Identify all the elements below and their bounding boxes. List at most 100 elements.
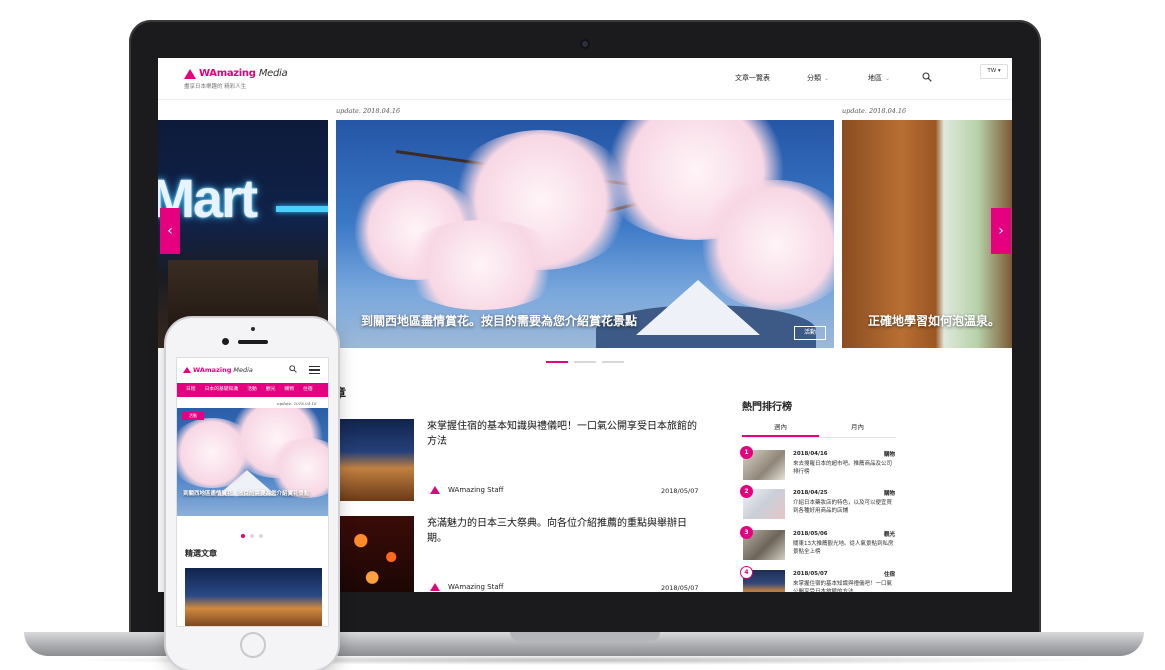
author-name: WAmazing Staff xyxy=(448,583,504,591)
ranking-date: 2018/04/16 xyxy=(793,451,828,457)
chevron-right-icon[interactable]: › xyxy=(991,208,1011,254)
nav-categories[interactable]: 分類 ⌄ xyxy=(807,73,829,83)
phone-category[interactable]: 購物 xyxy=(284,383,294,397)
carousel-dot[interactable] xyxy=(602,361,624,363)
ranking-category: 購物 xyxy=(884,452,896,458)
site-logo[interactable]: WAmazing Media xyxy=(184,68,288,79)
carousel-dot[interactable] xyxy=(241,534,245,538)
carousel-dot[interactable] xyxy=(259,534,263,538)
author-name: WAmazing Staff xyxy=(448,486,504,494)
cherry-blossom xyxy=(396,220,566,310)
ranking-text[interactable]: 來去搜羅日本的超市吧。推薦商品及公司排行榜 xyxy=(793,460,895,476)
ranking-date: 2018/05/06 xyxy=(793,531,828,537)
phone-category[interactable]: 活動 xyxy=(247,383,257,397)
mart-sign-bar xyxy=(276,206,328,212)
language-selector[interactable]: TW ▾ xyxy=(980,64,1008,79)
slide-category-tag[interactable]: 活動 xyxy=(794,326,826,340)
nav-articles[interactable]: 文章一覽表 xyxy=(735,73,770,83)
laptop-notch xyxy=(510,632,660,641)
ranking-category: 購物 xyxy=(884,491,896,497)
phone-logo[interactable]: WAmazing Media xyxy=(183,366,253,374)
tab-weekly[interactable]: 週內 xyxy=(742,416,819,437)
ranking-category: 觀光 xyxy=(884,532,896,538)
article-date: 2018/05/07 xyxy=(661,584,699,592)
slide-caption[interactable]: 到關西地區盡情賞花。按目的需要為您介紹賞花景點 xyxy=(361,312,637,329)
carousel-pagination xyxy=(546,361,624,363)
logo-media: Media xyxy=(258,68,288,79)
phone-speaker xyxy=(238,340,268,344)
ranking-date: 2018/05/07 xyxy=(793,571,828,577)
ranking-tabs: 週內 月內 xyxy=(742,416,896,438)
phone-logo-media: Media xyxy=(233,366,253,374)
phone-featured-title: 精選文章 xyxy=(185,549,217,558)
carousel-slide-active[interactable]: 到關西地區盡情賞花。按目的需要為您介紹賞花景點 xyxy=(336,120,834,348)
ranking-category: 住宿 xyxy=(884,572,896,578)
site-header: WAmazing Media 盡享日本樂趣的 精彩人生 文章一覽表 分類 ⌄ 地… xyxy=(158,58,1012,100)
search-icon[interactable] xyxy=(922,72,932,82)
carousel-slide-prev[interactable]: Mart xyxy=(158,120,328,348)
article-author: WAmazing Staff xyxy=(430,583,503,591)
logo-brand: WAmazing xyxy=(199,68,256,79)
ranking-text[interactable]: 來掌握住宿的基本知識與禮儀吧！一口氣公開享受日本旅館的方法 xyxy=(793,580,895,592)
carousel-slide-next[interactable]: 正確地學習如何泡溫泉。 xyxy=(842,120,1012,348)
article-thumbnail[interactable] xyxy=(338,419,414,501)
author-logo-icon xyxy=(430,486,440,494)
ranking-text[interactable]: 介紹日本藥妝店的特色，以及可以便宜買到各種好用商品的店鋪 xyxy=(793,499,895,515)
phone-logo-brand: WAmazing xyxy=(193,366,232,374)
article-title[interactable]: 充滿魅力的日本三大祭典。向各位介紹推薦的重點與舉辦日期。 xyxy=(427,516,697,546)
carousel-dot[interactable] xyxy=(574,361,596,363)
phone-carousel-pagination xyxy=(241,534,263,538)
phone-sensor xyxy=(251,327,255,331)
nav-regions-label: 地區 xyxy=(868,74,882,82)
article-card[interactable]: 來掌握住宿的基本知識與禮儀吧！一口氣公開享受日本旅館的方法 WAmazing S… xyxy=(338,419,708,501)
tab-monthly[interactable]: 月內 xyxy=(819,416,896,437)
carousel-dot[interactable] xyxy=(250,534,254,538)
ranking-item[interactable]: 2 2018/04/25 購物 介紹日本藥妝店的特色，以及可以便宜買到各種好用商… xyxy=(740,485,900,521)
chevron-down-icon: ⌄ xyxy=(824,74,830,82)
phone-featured-thumbnail[interactable] xyxy=(185,568,322,626)
phone-category-bar: 日程 日本的基礎知識 活動 觀光 購物 住宿 xyxy=(177,383,328,397)
search-icon[interactable] xyxy=(289,365,297,373)
ranking-date: 2018/04/25 xyxy=(793,490,828,496)
ranking-number: 4 xyxy=(740,566,753,579)
logo-text: WAmazing Media xyxy=(199,68,288,79)
phone-camera xyxy=(222,338,229,345)
nav-articles-label: 文章一覽表 xyxy=(735,74,770,82)
phone-category[interactable]: 住宿 xyxy=(303,383,313,397)
phone-hero-caption[interactable]: 到關西地區盡情賞花。按目的需要為您介紹賞花景點 xyxy=(183,490,325,498)
ranking-item[interactable]: 1 2018/04/16 購物 來去搜羅日本的超市吧。推薦商品及公司排行榜 xyxy=(740,446,900,482)
phone-category[interactable]: 日程 xyxy=(186,383,196,397)
article-title[interactable]: 來掌握住宿的基本知識與禮儀吧！一口氣公開享受日本旅館的方法 xyxy=(427,419,697,449)
logo-icon xyxy=(183,367,191,373)
slide-caption[interactable]: 正確地學習如何泡溫泉。 xyxy=(868,312,1000,329)
nav-categories-label: 分類 xyxy=(807,74,821,82)
article-card[interactable]: 充滿魅力的日本三大祭典。向各位介紹推薦的重點與舉辦日期。 WAmazing St… xyxy=(338,516,708,592)
phone-hero-tag[interactable]: 活動 xyxy=(182,412,204,420)
ranking-item[interactable]: 4 2018/05/07 住宿 來掌握住宿的基本知識與禮儀吧！一口氣公開享受日本… xyxy=(740,566,900,592)
logo-icon xyxy=(184,68,196,79)
chevron-down-icon: ⌄ xyxy=(885,74,891,82)
carousel-dot[interactable] xyxy=(546,361,568,363)
ranking-number: 1 xyxy=(740,446,753,459)
phone-category[interactable]: 觀光 xyxy=(266,383,276,397)
phone-hero-slide[interactable]: 活動 到關西地區盡情賞花。按目的需要為您介紹賞花景點 xyxy=(177,408,328,516)
ranking-text[interactable]: 關東13大推薦觀光地。從人氣景點到私房景點全上榜 xyxy=(793,540,895,556)
article-thumbnail[interactable] xyxy=(338,516,414,592)
article-author: WAmazing Staff xyxy=(430,486,503,494)
nav-regions[interactable]: 地區 ⌄ xyxy=(868,73,890,83)
phone-home-button[interactable] xyxy=(240,632,266,658)
ranking-title: 熱門排行榜 xyxy=(742,402,792,413)
article-date: 2018/05/07 xyxy=(661,487,699,495)
slide-update-date: update. 2018.04.16 xyxy=(842,107,907,115)
ranking-number: 3 xyxy=(740,526,753,539)
phone-category[interactable]: 日本的基礎知識 xyxy=(205,383,239,397)
ranking-item[interactable]: 3 2018/05/06 觀光 關東13大推薦觀光地。從人氣景點到私房景點全上榜 xyxy=(740,526,900,562)
site-tagline: 盡享日本樂趣的 精彩人生 xyxy=(184,84,247,90)
slide-update-date: update. 2018.04.16 xyxy=(336,107,401,115)
menu-icon[interactable] xyxy=(309,366,320,374)
author-logo-icon xyxy=(430,583,440,591)
device-mockup: WAmazing Media 盡享日本樂趣的 精彩人生 文章一覽表 分類 ⌄ 地… xyxy=(0,0,1165,670)
chevron-left-icon[interactable]: ‹ xyxy=(160,208,180,254)
phone-update-date: update. 2018.04.16 xyxy=(277,401,317,406)
phone-screen: WAmazing Media 日程 日本的基礎知識 活動 觀光 購物 住宿 up… xyxy=(176,357,329,627)
